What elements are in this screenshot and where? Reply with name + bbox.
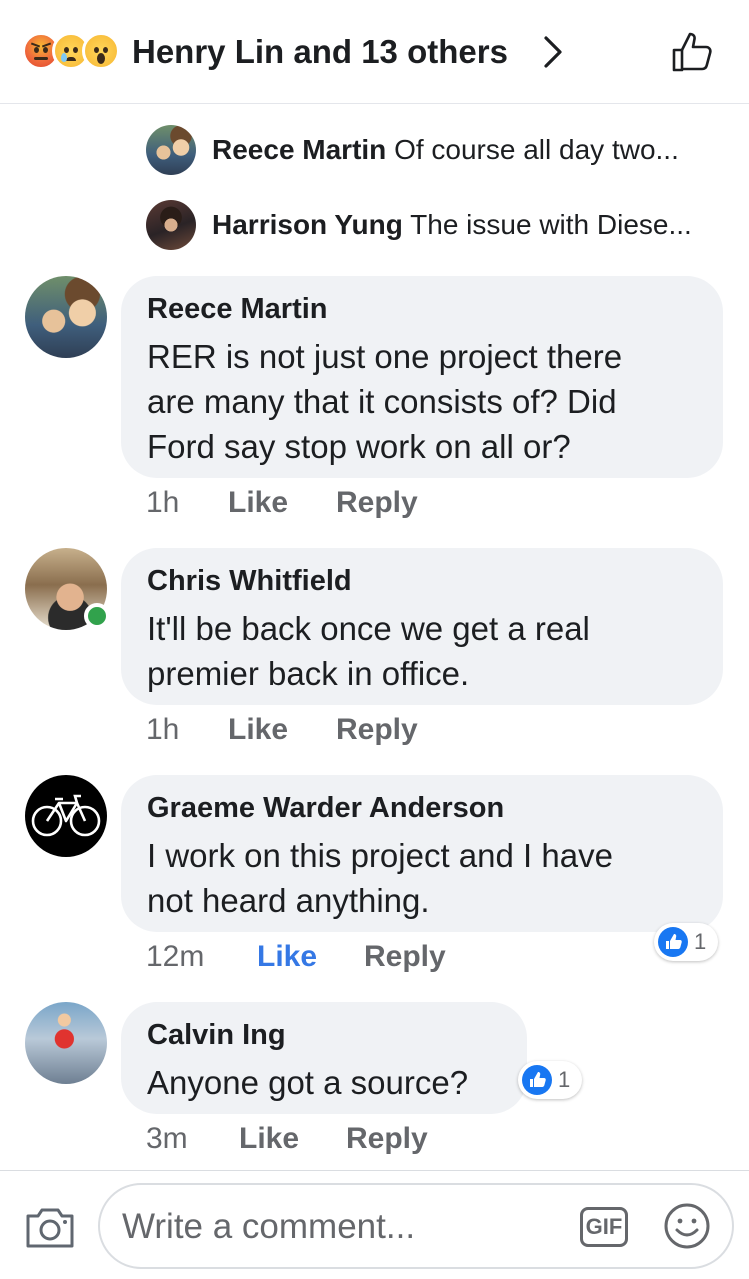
comment-bubble[interactable]: Chris Whitfield It'll be back once we ge… <box>121 548 723 705</box>
reply-button[interactable]: Reply <box>364 937 446 977</box>
camera-icon[interactable] <box>24 1204 76 1250</box>
reaction-count-badge[interactable]: 1 <box>654 923 718 961</box>
reply-text: Of course all day two... <box>394 134 679 165</box>
wow-icon <box>82 32 120 70</box>
avatar[interactable] <box>25 775 107 857</box>
reply-author: Harrison Yung <box>212 209 403 240</box>
reaction-count: 1 <box>558 1067 571 1092</box>
reply-button[interactable]: Reply <box>336 483 418 523</box>
like-outline-icon[interactable] <box>668 28 716 76</box>
reactions-title[interactable]: Henry Lin and 13 others <box>132 32 508 72</box>
comment-input[interactable]: Write a comment... GIF <box>98 1183 734 1269</box>
reply-preview[interactable]: Harrison Yung The issue with Diese... <box>146 200 726 250</box>
avatar[interactable] <box>25 276 107 358</box>
avatar[interactable] <box>25 1002 107 1084</box>
like-reaction-icon <box>658 927 688 957</box>
comment-text: Anyone got a source? <box>147 1064 469 1101</box>
comment-placeholder: Write a comment... <box>122 1207 416 1246</box>
gif-button[interactable]: GIF <box>580 1207 628 1247</box>
emoji-icon[interactable] <box>662 1201 712 1251</box>
comment-author[interactable]: Reece Martin <box>147 292 328 326</box>
comment-timestamp: 1h <box>146 486 180 519</box>
bicycle-icon <box>31 794 101 837</box>
reaction-count-badge[interactable]: 1 <box>518 1061 582 1099</box>
reply-button[interactable]: Reply <box>336 710 418 750</box>
chevron-right-icon[interactable] <box>540 34 566 70</box>
reply-preview[interactable]: Reece Martin Of course all day two... <box>146 125 726 175</box>
comment-author[interactable]: Graeme Warder Anderson <box>147 791 504 825</box>
comment-bubble[interactable]: Graeme Warder Anderson I work on this pr… <box>121 775 723 932</box>
comment-author[interactable]: Chris Whitfield <box>147 564 352 598</box>
comment-timestamp: 1h <box>146 713 180 746</box>
reactions-header: Henry Lin and 13 others <box>0 0 749 104</box>
comment-bubble[interactable]: Calvin Ing Anyone got a source? <box>121 1002 527 1114</box>
comment-bubble[interactable]: Reece Martin RER is not just one project… <box>121 276 723 478</box>
reply-text: The issue with Diese... <box>410 209 692 240</box>
comment-text: RER is not just one project there are ma… <box>147 338 623 465</box>
comment-author[interactable]: Calvin Ing <box>147 1018 286 1052</box>
avatar[interactable] <box>146 125 196 175</box>
reply-author: Reece Martin <box>212 134 387 165</box>
comment-composer: Write a comment... GIF <box>0 1170 749 1279</box>
reaction-count: 1 <box>694 929 707 954</box>
like-button[interactable]: Like <box>257 937 317 977</box>
comment-text: It'll be back once we get a real premier… <box>147 610 590 692</box>
avatar[interactable] <box>146 200 196 250</box>
like-button[interactable]: Like <box>228 710 288 750</box>
online-status-dot <box>84 603 110 629</box>
comment-text: I work on this project and I have not he… <box>147 837 613 919</box>
comment-timestamp: 12m <box>146 940 205 973</box>
like-button[interactable]: Like <box>228 483 288 523</box>
reply-button[interactable]: Reply <box>346 1119 428 1159</box>
like-reaction-icon <box>522 1065 552 1095</box>
reaction-summary[interactable] <box>22 32 132 72</box>
like-button[interactable]: Like <box>239 1119 299 1159</box>
comment-timestamp: 3m <box>146 1122 188 1155</box>
